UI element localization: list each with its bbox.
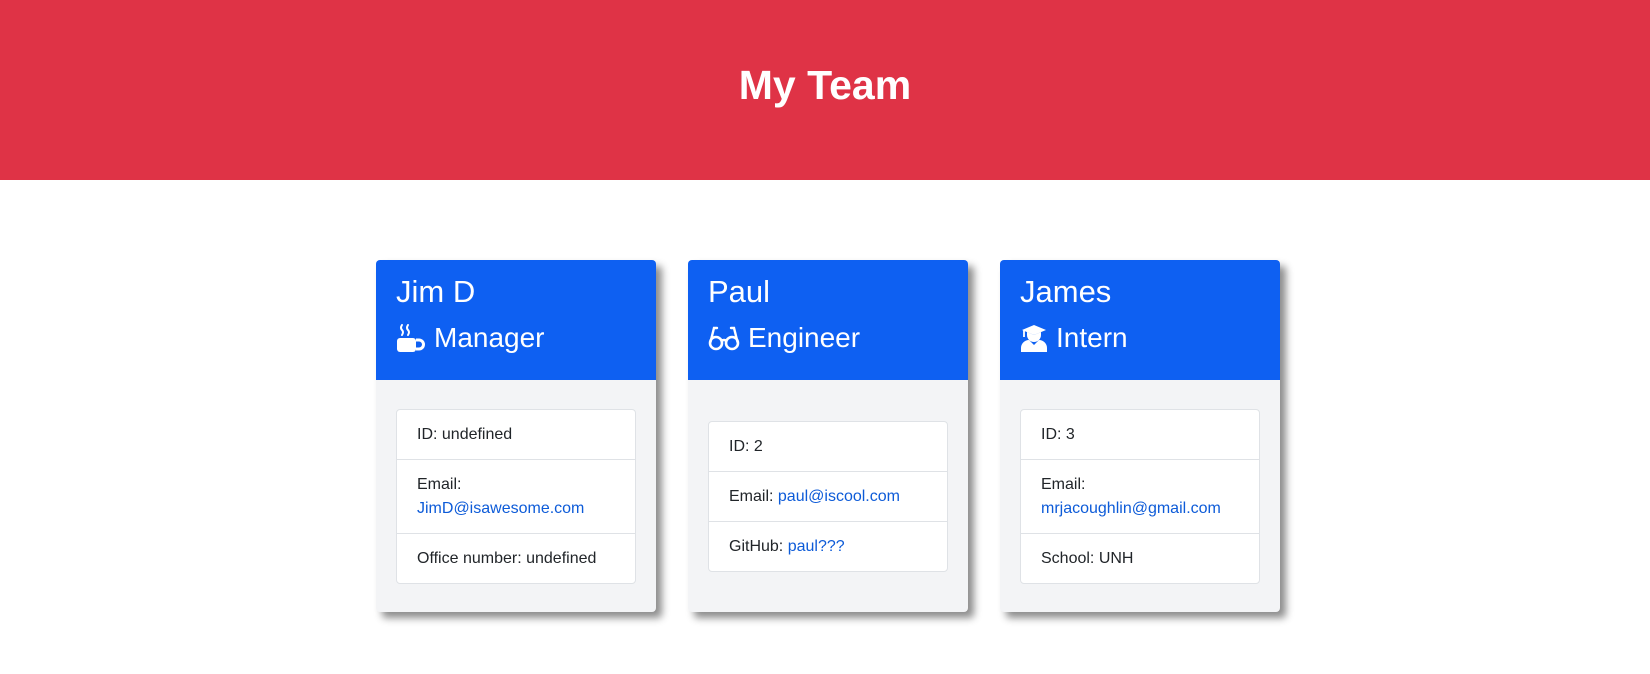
employee-id: ID: 3 [1041,425,1075,443]
card-body: ID: undefined Email: JimD@isawesome.com … [376,380,656,612]
employee-details: ID: 2 Email: paul@iscool.com GitHub: pau… [708,420,948,572]
page-title: My Team [738,61,912,108]
employee-email: Email: mrjacoughlin@gmail.com [1021,458,1259,533]
github-link[interactable]: paul??? [788,538,845,555]
card-body: ID: 3 Email: mrjacoughlin@gmail.com Scho… [1000,380,1280,612]
graduate-icon [1020,323,1048,353]
employee-email: Email: paul@iscool.com [709,470,947,521]
employee-id: ID: undefined [417,425,513,443]
employee-role: Intern [1020,320,1260,356]
glasses-icon [708,323,740,353]
employee-name: Jim D [396,274,476,309]
employee-role-label: Engineer [748,322,861,353]
team-cards: Jim D Manager ID: undefined Email: JimD@… [376,260,1280,612]
employee-school: School: UNH [1021,532,1259,583]
employee-card-intern: James Intern ID: 3 Email: mrjacoughlin@g… [1000,260,1280,612]
email-link[interactable]: JimD@isawesome.com [417,500,584,517]
employee-office-number: Office number: undefined [397,532,635,583]
employee-role: Engineer [708,320,948,356]
mug-hot-icon [396,323,426,353]
employee-github: GitHub: paul??? [709,520,947,571]
employee-role-label: Manager [434,322,545,353]
employee-name: James [1020,274,1112,309]
card-header: Paul Engineer [688,260,968,380]
employee-name: Paul [708,274,771,309]
employee-card-manager: Jim D Manager ID: undefined Email: JimD@… [376,260,656,612]
card-header: Jim D Manager [376,260,656,380]
email-link[interactable]: mrjacoughlin@gmail.com [1041,500,1221,517]
employee-details: ID: 3 Email: mrjacoughlin@gmail.com Scho… [1020,408,1260,584]
employee-id: ID: 2 [729,437,763,455]
page-header: My Team [0,0,1650,180]
employee-details: ID: undefined Email: JimD@isawesome.com … [396,408,636,584]
employee-card-engineer: Paul Engineer ID: 2 Email: paul@iscool.c… [688,260,968,612]
email-link[interactable]: paul@iscool.com [778,488,900,505]
employee-role: Manager [396,320,636,356]
card-header: James Intern [1000,260,1280,380]
card-body: ID: 2 Email: paul@iscool.com GitHub: pau… [688,380,968,612]
employee-role-label: Intern [1056,322,1128,353]
employee-email: Email: JimD@isawesome.com [397,458,635,533]
